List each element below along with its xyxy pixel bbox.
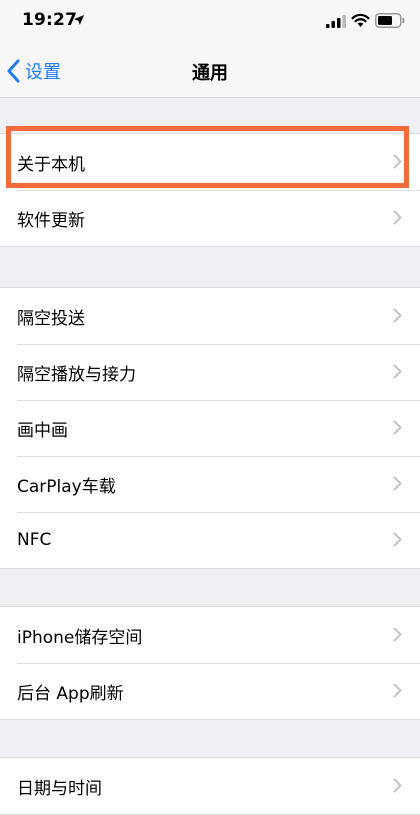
list-item-label: 日期与时间 — [17, 778, 102, 799]
settings-group-date-time: 日期与时间 — [0, 757, 420, 815]
list-item-airplay-handoff[interactable]: 隔空播放与接力 — [0, 344, 420, 400]
chevron-right-icon — [393, 154, 402, 169]
list-item-label: 画中画 — [17, 420, 68, 441]
chevron-right-icon — [393, 627, 402, 642]
page-title: 通用 — [192, 63, 228, 84]
wifi-icon — [351, 13, 370, 27]
list-item-label: 后台 App刷新 — [17, 683, 124, 704]
list-item-label: iPhone储存空间 — [17, 627, 143, 648]
chevron-right-icon — [393, 210, 402, 225]
chevron-right-icon — [393, 532, 402, 547]
list-item-carplay[interactable]: CarPlay车载 — [0, 456, 420, 512]
chevron-right-icon — [393, 683, 402, 698]
list-item-label: 关于本机 — [17, 154, 85, 175]
list-item-about[interactable]: 关于本机 — [0, 134, 420, 190]
list-item-picture-in-picture[interactable]: 画中画 — [0, 400, 420, 456]
list-item-airdrop[interactable]: 隔空投送 — [0, 288, 420, 344]
status-bar: 19:27 — [0, 0, 420, 44]
cellular-signal-icon — [326, 15, 346, 28]
list-item-label: 隔空投送 — [17, 308, 85, 329]
list-item-date-time[interactable]: 日期与时间 — [0, 758, 420, 814]
chevron-right-icon — [393, 420, 402, 435]
list-item-label: 隔空播放与接力 — [17, 364, 136, 385]
settings-group-about: 关于本机 软件更新 — [0, 133, 420, 247]
list-item-nfc[interactable]: NFC — [0, 512, 420, 568]
status-time: 19:27 — [22, 10, 78, 30]
list-item-label: NFC — [17, 530, 52, 550]
list-item-background-app-refresh[interactable]: 后台 App刷新 — [0, 663, 420, 719]
chevron-right-icon — [393, 364, 402, 379]
chevron-right-icon — [393, 476, 402, 491]
settings-group-connectivity: 隔空投送 隔空播放与接力 画中画 CarPlay车载 NFC — [0, 287, 420, 569]
location-arrow-icon — [74, 15, 84, 25]
battery-icon — [375, 13, 405, 28]
list-item-label: 软件更新 — [17, 210, 85, 231]
navigation-bar: 设置 通用 — [0, 44, 420, 98]
settings-group-storage: iPhone储存空间 后台 App刷新 — [0, 606, 420, 720]
list-item-label: CarPlay车载 — [17, 476, 116, 497]
chevron-right-icon — [393, 778, 402, 793]
list-item-iphone-storage[interactable]: iPhone储存空间 — [0, 607, 420, 663]
list-item-software-update[interactable]: 软件更新 — [0, 190, 420, 246]
chevron-right-icon — [393, 308, 402, 323]
